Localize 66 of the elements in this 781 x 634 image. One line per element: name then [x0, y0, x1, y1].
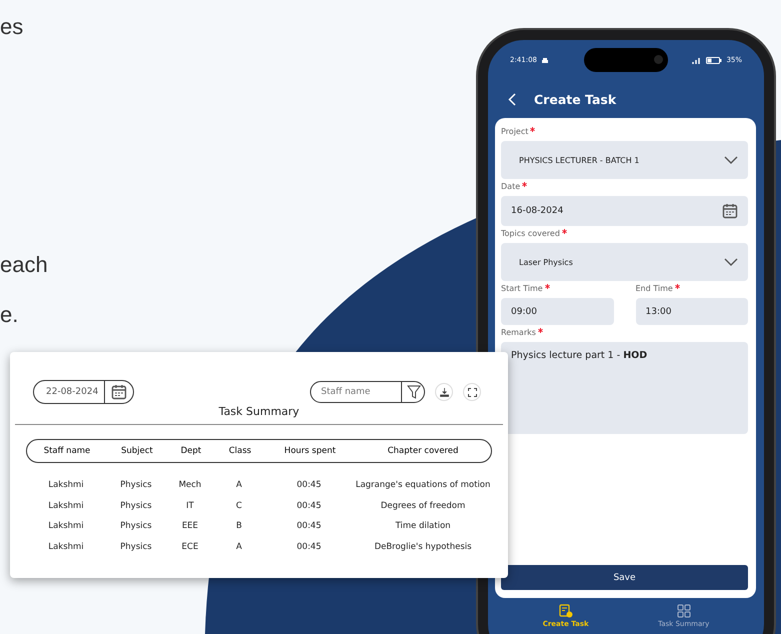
table-cell-text: Degrees of freedom	[380, 500, 466, 511]
table-cell-text: 00:45	[296, 480, 322, 490]
field-label: Remarks	[501, 328, 536, 337]
field-label: End Time	[636, 284, 673, 293]
table-cell-text: B	[235, 521, 243, 532]
chevron-down-icon	[724, 156, 738, 164]
table-cell-text: Lakshmi	[47, 521, 85, 532]
grid-icon	[676, 604, 691, 618]
back-icon[interactable]	[508, 92, 516, 106]
table-cell-text: 00:45	[296, 500, 322, 511]
column-header: Dept	[180, 446, 202, 456]
dropdown-field[interactable]: Laser Physics	[501, 243, 748, 281]
signal-icon	[692, 56, 702, 64]
column-header: Chapter covered	[386, 446, 460, 456]
text-fragment: each	[0, 252, 48, 278]
filter-icon[interactable]	[407, 385, 421, 399]
download-icon	[440, 388, 448, 396]
fullscreen-icon	[468, 388, 476, 396]
table-cell-text: Lakshmi	[47, 500, 85, 511]
screen-title: Create Task	[534, 92, 616, 106]
date-field[interactable]: 16-08-2024	[501, 196, 748, 226]
table-cell-text: Physics	[119, 480, 153, 490]
remarks-field[interactable]: Physics lecture part 1 - HOD	[501, 342, 748, 434]
fullscreen-button[interactable]	[463, 383, 481, 401]
field-label: Start Time	[501, 284, 543, 293]
time-field[interactable]: 13:00	[636, 298, 748, 325]
text-fragment: es	[0, 14, 24, 40]
table-cell-text: A	[235, 480, 243, 490]
table-cell-text: EEE	[180, 521, 200, 532]
column-header: Subject	[120, 446, 154, 456]
table-cell-text: ECE	[180, 542, 200, 552]
table-title: Task Summary	[218, 405, 300, 418]
staff-search-input[interactable]: Staff name	[311, 386, 401, 398]
field-label: Topics covered	[501, 229, 560, 238]
field-label: Date	[501, 182, 520, 191]
table-cell-text: 00:45	[296, 542, 322, 552]
table-cell-text: Physics	[119, 500, 153, 511]
column-header: Hours spent	[283, 446, 337, 456]
table-cell-text: 00:45	[296, 521, 322, 532]
table-cell-text: Mech	[178, 480, 202, 490]
table-cell-text: A	[235, 542, 243, 552]
table-cell-text: Physics	[119, 542, 153, 552]
notification-icon	[541, 56, 549, 64]
field-label: Project	[501, 127, 528, 136]
table-cell-text: Physics	[119, 521, 153, 532]
text-fragment: e.	[0, 302, 18, 328]
calendar-icon[interactable]	[722, 203, 738, 219]
column-header: Staff name	[42, 446, 92, 456]
table-cell-text: Time dilation	[394, 521, 452, 532]
chevron-down-icon	[724, 258, 738, 266]
battery-icon	[706, 56, 722, 64]
save-button[interactable]: Save	[501, 565, 748, 590]
table-cell-text: Lakshmi	[47, 480, 85, 490]
staff-search-field[interactable]: Staff name	[310, 381, 425, 403]
table-cell-text: DeBroglie's hypothesis	[373, 542, 473, 552]
table-cell-text: Lakshmi	[47, 542, 85, 552]
date-field[interactable]: 22-08-2024	[33, 380, 134, 404]
calendar-icon[interactable]	[111, 384, 128, 400]
table-cell-text: IT	[185, 500, 195, 511]
dropdown-field[interactable]: PHYSICS LECTURER - BATCH 1	[501, 141, 748, 179]
table-cell-text: Lagrange's equations of motion	[354, 480, 492, 490]
time-field[interactable]: 09:00	[501, 298, 614, 325]
column-header: Class	[228, 446, 252, 456]
table-cell-text: C	[235, 500, 243, 511]
task-add-icon	[558, 604, 573, 618]
download-button[interactable]	[435, 383, 453, 401]
